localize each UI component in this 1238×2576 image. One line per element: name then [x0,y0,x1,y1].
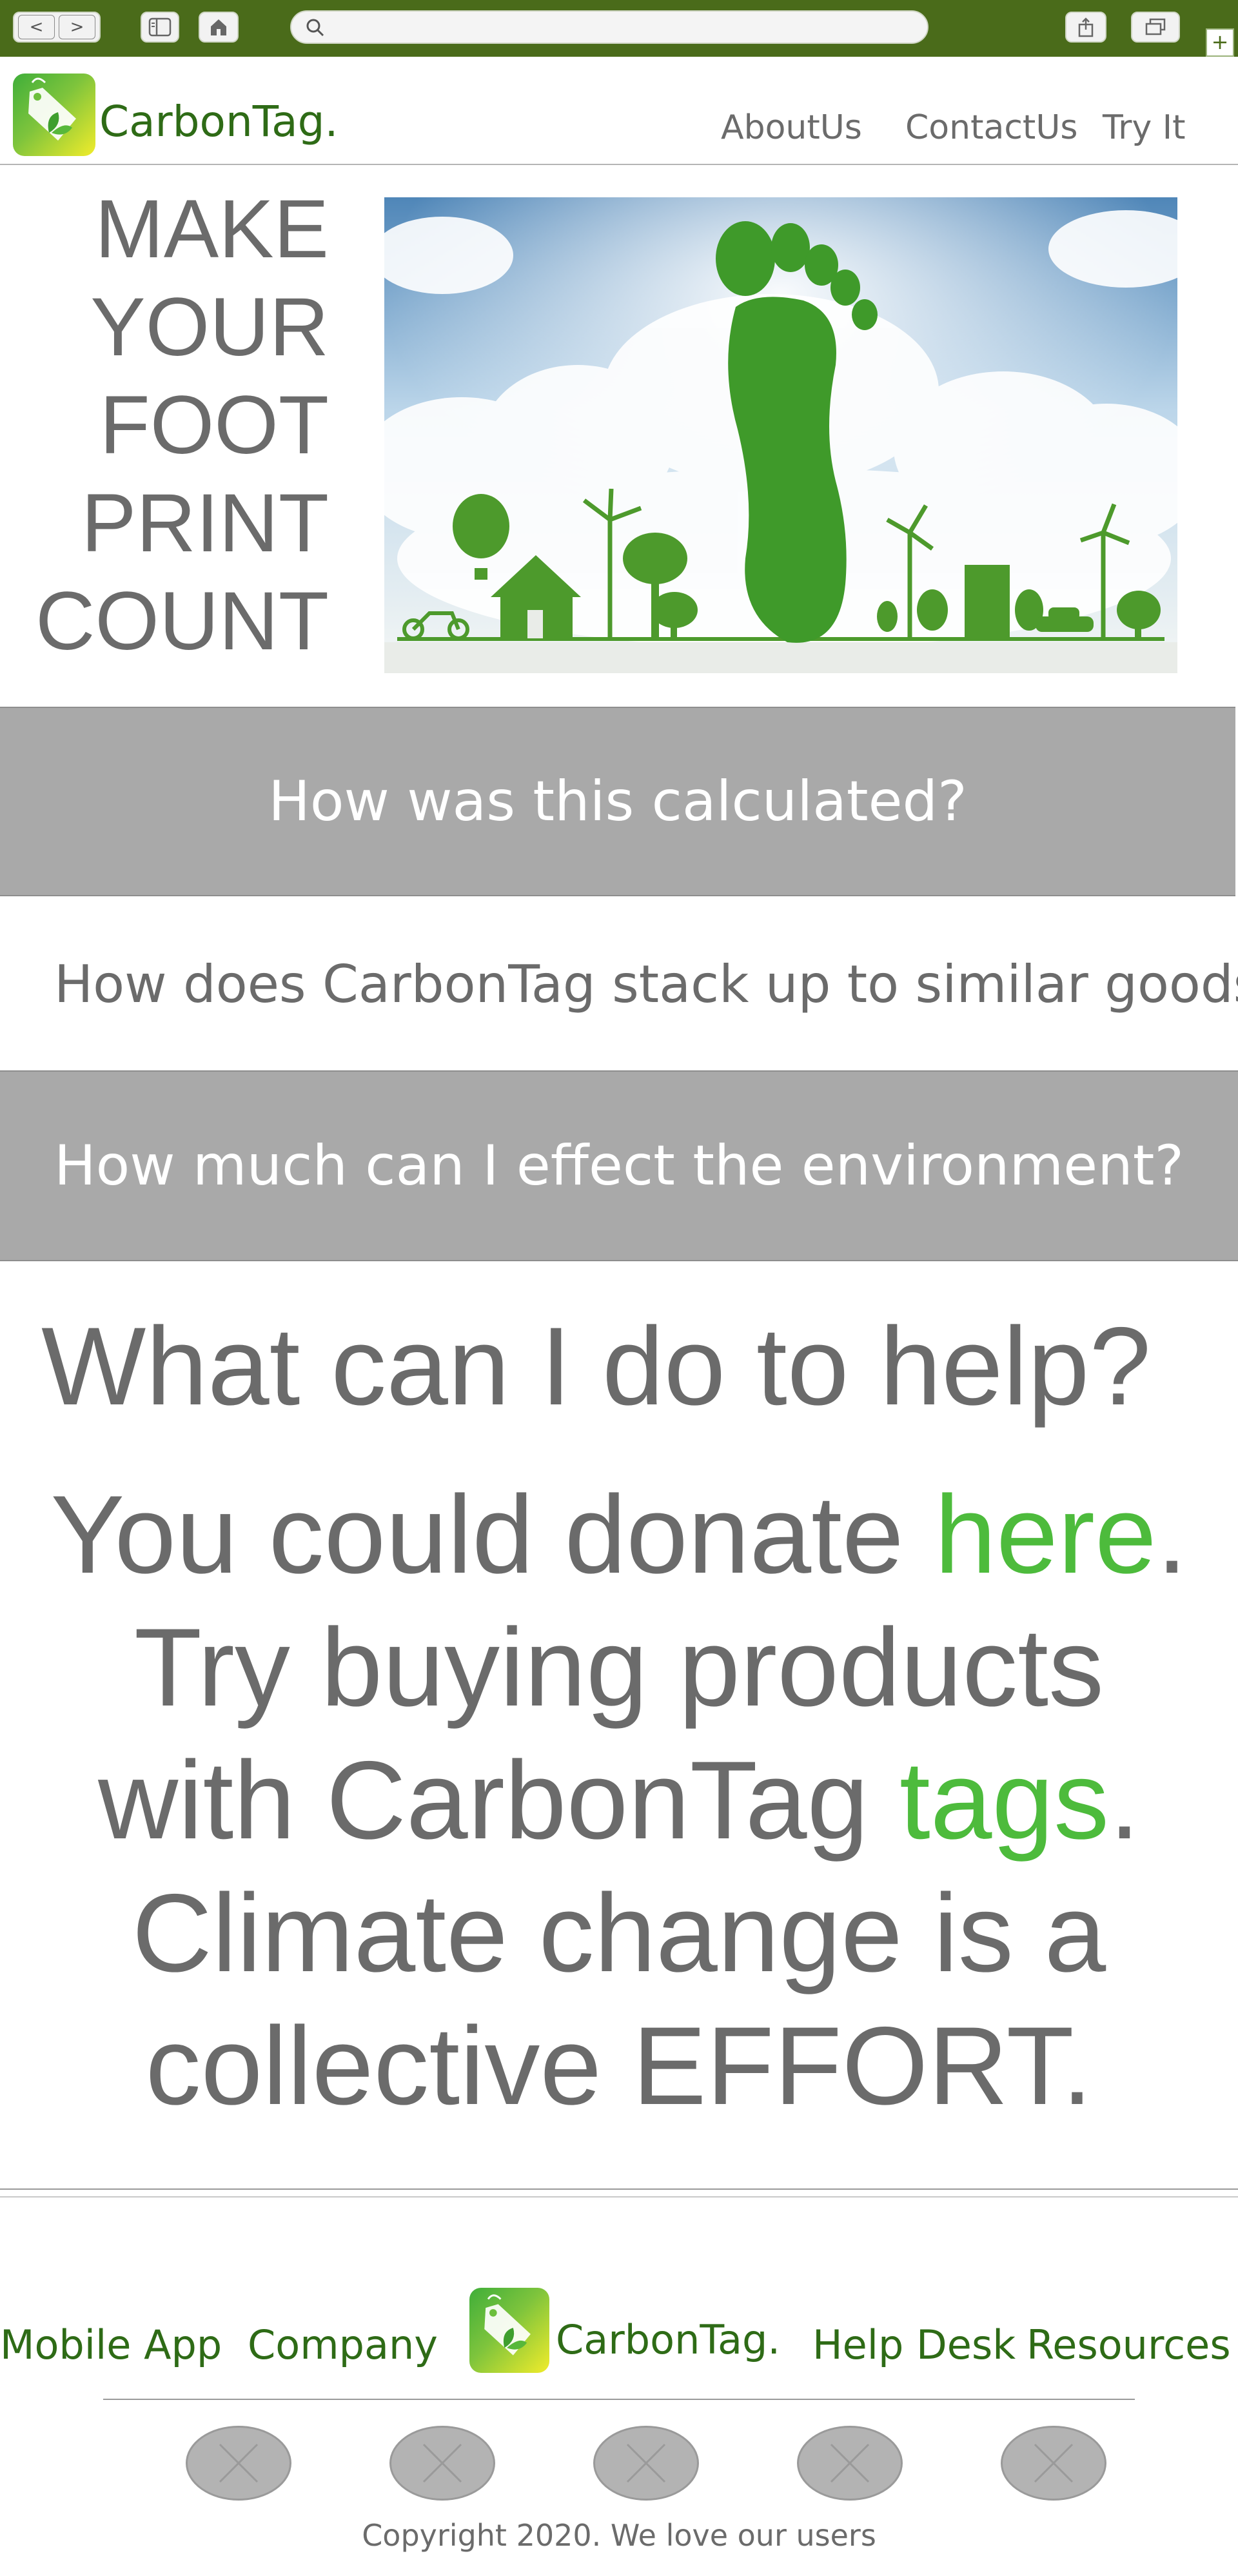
hero-line: COUNT [35,575,329,667]
address-bar[interactable] [290,10,928,44]
help-text: with CarbonTag [98,1738,899,1862]
help-text: . [1109,1738,1140,1862]
help-text-line: collective EFFORT. [145,2004,1093,2128]
help-tags-line: with CarbonTag tags. [0,1736,1238,1865]
share-icon [1078,17,1094,37]
nav-try-it[interactable]: Try It [1103,108,1186,147]
sidebar-icon [148,17,172,37]
footer-links-divider [103,2399,1135,2400]
hero-line: MAKE [95,183,329,275]
sidebar-toggle-button[interactable] [141,12,179,43]
faq-environment-impact[interactable]: How much can I effect the environment? [0,1070,1238,1261]
hero-line: FOOT [99,379,329,471]
tabs-overview-button[interactable] [1131,12,1180,43]
footer-logo[interactable] [469,2288,549,2373]
brand-name[interactable]: CarbonTag. [99,97,338,146]
tags-link[interactable]: tags [899,1738,1109,1862]
social-icon-placeholder[interactable] [389,2426,495,2501]
new-tab-button[interactable]: + [1206,28,1234,57]
footer-divider [0,2188,1238,2190]
image-placeholder-icon [626,2443,666,2483]
faq-compare-goods[interactable]: How does CarbonTag stack up to similar g… [54,954,1238,1014]
help-heading: What can I do to help? [41,1304,1152,1428]
help-text-line: Try buying products [133,1606,1105,1729]
footer-brand-name[interactable]: CarbonTag. [556,2316,780,2363]
header-divider [0,164,1238,165]
social-icon-placeholder[interactable] [1001,2426,1106,2501]
social-icon-placeholder[interactable] [797,2426,903,2501]
forward-button[interactable]: > [59,15,95,39]
footer-help-desk[interactable]: Help Desk [812,2321,1016,2368]
nav-contact-us[interactable]: ContactUs [905,108,1077,147]
image-placeholder-icon [219,2443,259,2483]
footer-company[interactable]: Company [248,2321,438,2368]
help-text: . [1156,1473,1188,1597]
hero-line: PRINT [81,477,329,569]
help-donate-line: You could donate here. [0,1470,1238,1599]
social-icon-placeholder[interactable] [186,2426,291,2501]
nav-about-us[interactable]: AboutUs [721,108,862,147]
footprint-hero-image [384,197,1177,673]
donate-link[interactable]: here [934,1473,1156,1597]
tag-leaf-icon [484,2294,531,2355]
help-text-line: Climate change is a [132,1871,1106,1995]
footer-divider [0,2196,1238,2197]
search-icon [306,19,324,37]
footer-resources[interactable]: Resources [1027,2321,1231,2368]
home-button[interactable] [199,12,239,43]
tag-leaf-icon [28,77,76,141]
logo[interactable] [13,74,95,156]
faq-how-calculated[interactable]: How was this calculated? [0,707,1235,896]
help-text: You could donate [50,1473,935,1597]
social-icon-placeholder[interactable] [593,2426,699,2501]
footer-mobile-app[interactable]: Mobile App [0,2321,222,2368]
copyright-text: Copyright 2020. We love our users [362,2518,876,2553]
browser-toolbar: < > [0,0,1238,57]
image-placeholder-icon [422,2443,462,2483]
hero-line: YOUR [90,281,329,373]
history-nav: < > [13,12,101,43]
home-icon [211,19,226,35]
back-button[interactable]: < [18,15,55,39]
share-button[interactable] [1065,12,1106,43]
image-placeholder-icon [830,2443,870,2483]
tabs-icon [1145,18,1166,35]
image-placeholder-icon [1034,2443,1074,2483]
